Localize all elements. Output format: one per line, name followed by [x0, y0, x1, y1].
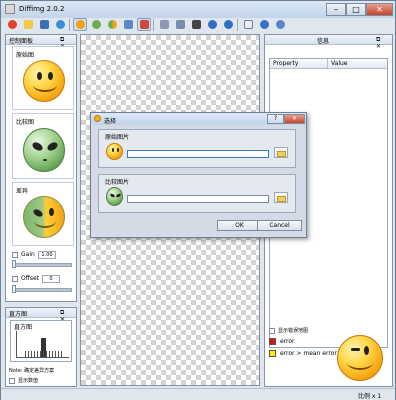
error-legend-text: error — [280, 338, 295, 345]
offset-row: Offset — [12, 275, 39, 282]
compare-image-path-input[interactable] — [127, 195, 269, 203]
original-thumbnail-label: 原始图 — [16, 52, 35, 59]
control-panel-header: 控制面板 ⧉ ✕ — [6, 35, 76, 50]
status-bar: 比例 x 1 — [1, 388, 395, 400]
compare-group-label: 比较图片 — [105, 179, 130, 186]
offset-checkbox[interactable] — [12, 275, 18, 282]
title-bar: Diffimg 2.0.2 – □ ✕ — [1, 1, 395, 18]
zoom-status: 比例 x 1 — [358, 393, 382, 400]
main-toolbar — [3, 17, 393, 33]
diff-view-icon[interactable] — [105, 18, 119, 31]
difference-thumbnail[interactable]: 差异 — [12, 182, 74, 246]
compare-image-icon — [106, 187, 123, 206]
maximize-button[interactable]: □ — [346, 3, 366, 16]
info-panel-title: 信息 — [317, 38, 330, 45]
mean-error-color-swatch — [269, 350, 276, 357]
report-icon[interactable] — [241, 18, 255, 31]
difference-face-icon — [23, 196, 65, 238]
compare-view-icon[interactable] — [89, 18, 103, 31]
compare-image-group: 比较图片 — [98, 174, 296, 213]
control-panel-title: 控制面板 — [9, 38, 34, 45]
dialog-title-bar: 选择 ? ✕ — [91, 113, 306, 125]
status-smiley-icon — [337, 335, 383, 381]
refresh-icon[interactable] — [53, 18, 67, 31]
error-color-swatch — [269, 338, 276, 345]
show-error-row: 显示错误地图 — [269, 327, 308, 334]
info-panel-header: 信息 ⧉ ✕ — [265, 35, 392, 50]
compare-thumbnail[interactable]: 比较图 — [12, 113, 74, 179]
sync-icon[interactable] — [173, 18, 187, 31]
offset-slider-thumb[interactable] — [12, 285, 16, 293]
dialog-app-icon — [94, 115, 101, 122]
gain-slider[interactable] — [12, 263, 72, 267]
folder-icon — [277, 151, 286, 157]
property-column-header[interactable]: Property — [270, 59, 328, 69]
info-float-close-buttons[interactable]: ⧉ ✕ — [376, 36, 390, 50]
dialog-help-button[interactable]: ? — [267, 114, 284, 124]
app-window: Diffimg 2.0.2 – □ ✕ 控制面板 ⧉ ✕ 原始图 — [0, 0, 396, 400]
original-image-path-input[interactable] — [127, 150, 269, 158]
dialog-close-button[interactable]: ✕ — [284, 114, 305, 124]
save-icon[interactable] — [37, 18, 51, 31]
toolbar-separator — [69, 19, 70, 31]
gain-row: Gain — [12, 251, 35, 258]
histogram-icon[interactable] — [137, 18, 151, 31]
forward-icon[interactable] — [221, 18, 235, 31]
original-thumbnail[interactable]: 原始图 — [12, 46, 74, 110]
offset-spinbox[interactable]: 0 — [42, 275, 60, 283]
compare-thumbnail-label: 比较图 — [16, 119, 35, 126]
mean-error-legend-text: error > mean error — [280, 350, 337, 357]
open-folder-icon[interactable] — [21, 18, 35, 31]
smiley-icon — [23, 60, 65, 102]
browse-original-button[interactable] — [274, 147, 288, 158]
difference-thumbnail-label: 差异 — [16, 188, 29, 195]
split-view-icon[interactable] — [121, 18, 135, 31]
offset-label: Offset — [21, 275, 40, 282]
histogram-inner-title: 直方图 — [14, 324, 33, 331]
panel-float-close-buttons[interactable]: ⧉ ✕ — [60, 36, 74, 50]
folder-icon — [277, 196, 286, 202]
window-title: Diffimg 2.0.2 — [19, 5, 65, 13]
app-icon — [5, 4, 15, 14]
show-values-label: 显示数值 — [18, 378, 39, 384]
about-icon[interactable] — [273, 18, 287, 31]
show-error-label: 显示错误地图 — [278, 328, 309, 334]
settings-icon[interactable] — [5, 18, 19, 31]
original-group-label: 原始图片 — [105, 134, 130, 141]
close-button[interactable]: ✕ — [366, 3, 393, 16]
minimize-button[interactable]: – — [326, 3, 346, 16]
toolbar-separator — [237, 19, 238, 31]
show-error-checkbox[interactable] — [269, 327, 275, 334]
toolbar-separator — [153, 19, 154, 31]
link-icon[interactable] — [157, 18, 171, 31]
offset-slider[interactable] — [12, 288, 72, 292]
gain-checkbox[interactable] — [12, 251, 18, 258]
show-values-checkbox[interactable] — [9, 377, 15, 384]
back-icon[interactable] — [205, 18, 219, 31]
select-images-dialog: 选择 ? ✕ 原始图片 比较图片 OK Cancel — [90, 112, 307, 238]
cancel-button[interactable]: Cancel — [257, 220, 302, 231]
control-panel: 控制面板 ⧉ ✕ 原始图 比较图 差异 — [5, 34, 77, 302]
original-image-icon — [106, 143, 123, 160]
histogram-chart: 直方图 — [10, 320, 72, 362]
help-icon[interactable] — [257, 18, 271, 31]
gain-label: Gain — [21, 251, 35, 258]
value-column-header[interactable]: Value — [328, 59, 387, 69]
browse-compare-button[interactable] — [274, 192, 288, 203]
gain-spinbox[interactable]: 1.00 — [38, 251, 56, 259]
histogram-note: Note: 确定差异方案 — [9, 368, 55, 374]
dialog-title: 选择 — [104, 118, 117, 125]
ok-button[interactable]: OK — [217, 220, 262, 231]
histogram-panel: 直方图 ⧉ ✕ 直方图 Note: 确定差异方案 显示数值 — [5, 307, 77, 387]
zoom-fit-icon[interactable] — [189, 18, 203, 31]
gain-slider-thumb[interactable] — [12, 260, 16, 268]
show-values-row: 显示数值 — [9, 377, 38, 384]
histogram-panel-header: 直方图 ⧉ ✕ — [6, 308, 76, 323]
alien-icon — [23, 128, 65, 172]
original-image-group: 原始图片 — [98, 129, 296, 168]
histogram-ticks — [25, 351, 63, 357]
original-view-icon[interactable] — [73, 18, 87, 31]
histogram-panel-title: 直方图 — [9, 311, 28, 318]
histogram-float-close-buttons[interactable]: ⧉ ✕ — [60, 309, 74, 323]
